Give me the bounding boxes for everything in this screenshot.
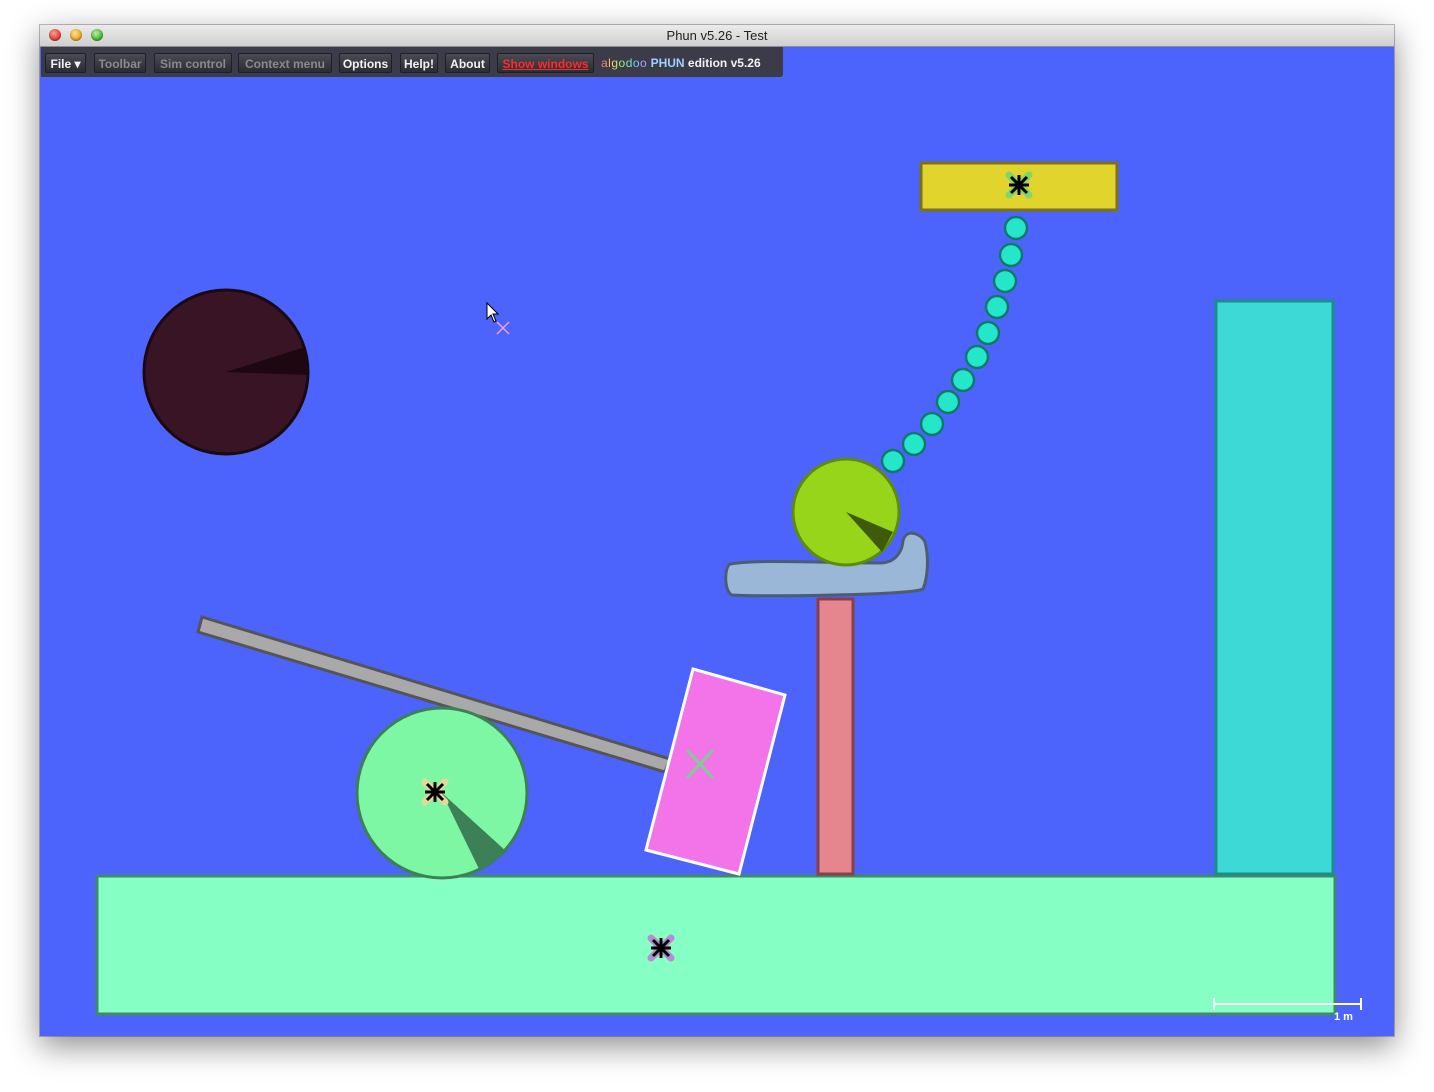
hinge-icon[interactable] [421,778,449,806]
context-menu-button[interactable]: Context menu [238,53,332,73]
chain-bead[interactable] [1003,215,1029,241]
help-button[interactable]: Help! [400,53,438,73]
show-windows-button[interactable]: Show windows [497,53,594,73]
file-menu-button[interactable]: File ▾ [45,53,86,73]
brand-label: algodoo PHUN edition v5.26 [601,54,761,72]
chain-bead[interactable] [998,242,1024,268]
scene[interactable] [40,47,1394,1036]
phun-window: Phun v5.26 - Test 1 m File ▾ Toolbar Sim… [40,25,1394,1036]
chain-bead[interactable] [919,411,945,437]
teal-column[interactable] [1214,299,1335,876]
ground-block[interactable] [95,874,1337,1016]
chain-bead[interactable] [964,344,990,370]
sim-control-button[interactable]: Sim control [154,53,232,73]
title-bar[interactable]: Phun v5.26 - Test [40,25,1394,47]
chain-bead[interactable] [901,431,927,457]
hinge-icon[interactable] [1005,171,1033,199]
hinge-icon[interactable] [647,934,675,962]
brand-algodoo: algodoo [601,56,648,70]
options-button[interactable]: Options [339,53,392,73]
mouse-pointer-icon [486,301,500,323]
window-title: Phun v5.26 - Test [666,28,768,43]
brand-edition: edition [687,56,728,70]
chain-bead[interactable] [935,389,961,415]
chain-bead[interactable] [975,320,1001,346]
simulation-canvas[interactable]: 1 m File ▾ Toolbar Sim control Context m… [40,47,1394,1036]
about-button[interactable]: About [445,53,490,73]
toolbar-button[interactable]: Toolbar [94,53,146,73]
magenta-box[interactable] [644,667,787,876]
chain-bead[interactable] [984,294,1010,320]
pink-pillar[interactable] [816,597,855,876]
chain-bead[interactable] [992,268,1018,294]
scale-label: 1 m [1334,1011,1353,1023]
chain-bead[interactable] [880,448,906,474]
chain[interactable] [880,215,1029,474]
brand-phun: PHUN [650,56,685,70]
cursor-cross-icon [496,321,510,335]
brand-version: v5.26 [730,56,761,70]
chain-bead[interactable] [950,367,976,393]
menu-bar: File ▾ Toolbar Sim control Context menu … [41,47,783,77]
